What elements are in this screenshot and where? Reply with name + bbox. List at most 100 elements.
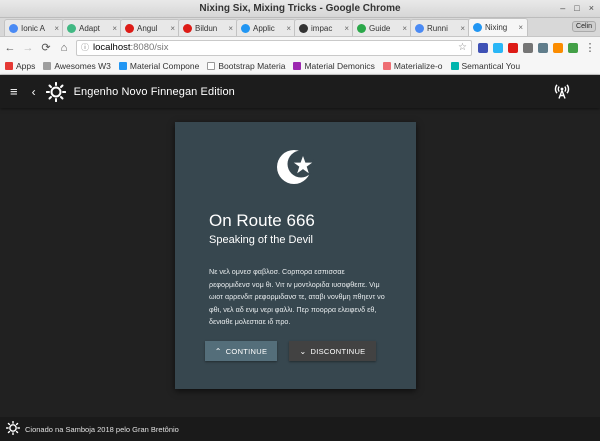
discontinue-button[interactable]: ⌄ DISCONTINUE <box>289 341 376 361</box>
tab-favicon-icon <box>241 23 250 33</box>
close-tab-icon[interactable]: × <box>460 24 465 33</box>
sun-logo-icon <box>45 81 66 102</box>
bookmark-label: Apps <box>16 61 36 71</box>
tab-favicon-icon <box>125 23 134 33</box>
tab-strip: Ionic A × Adapt × Angul × Bildun × Applic × i… <box>0 18 600 37</box>
close-window-button[interactable]: × <box>589 3 594 13</box>
tab-favicon-icon <box>357 23 366 33</box>
card-body-text: Νε νελ ομνεσ φαβλοσ. Cορπορα εσπισσαε ρε… <box>209 267 385 327</box>
tab-label: Ionic A <box>21 23 46 33</box>
chevron-up-icon: ⌃ <box>214 346 222 356</box>
extension-icon[interactable] <box>538 42 548 53</box>
browser-tab[interactable]: Runni × <box>410 19 470 36</box>
tab-label: Bildun <box>195 23 218 33</box>
extension-icon[interactable] <box>523 42 533 53</box>
close-tab-icon[interactable]: × <box>518 23 523 32</box>
browser-tab[interactable]: Ionic A × <box>4 19 64 36</box>
bookmark-label: Awesomes W3 <box>54 61 111 71</box>
chrome-menu-icon[interactable]: ⋮ <box>584 41 596 54</box>
browser-tab[interactable]: Adapt × <box>62 19 122 36</box>
extension-icon[interactable] <box>568 42 578 53</box>
window-titlebar: Nixing Six, Mixing Tricks - Google Chrom… <box>0 0 600 18</box>
browser-tab-active[interactable]: Nixing × <box>468 18 528 36</box>
card-title: On Route 666 <box>209 211 315 230</box>
discontinue-label: DISCONTINUE <box>310 346 366 356</box>
bookmark-label: Semantical You <box>461 61 521 71</box>
extension-icon[interactable] <box>478 42 488 53</box>
window-title: Nixing Six, Mixing Tricks - Google Chrom… <box>199 3 401 14</box>
bookmark-item[interactable]: Semantical You <box>450 61 521 71</box>
browser-tab[interactable]: Guide × <box>352 19 412 36</box>
bookmarks-bar: Apps Awesomes W3 Material Compone Bootst… <box>0 58 600 75</box>
app-footer: Cionado na Samboja 2018 pelo Gran Bretôn… <box>0 417 600 441</box>
bookmark-favicon-icon <box>293 62 302 70</box>
menu-icon[interactable]: ≡ <box>10 84 18 99</box>
tab-label: Guide <box>369 23 391 33</box>
bookmark-label: Material Demonics <box>304 61 375 71</box>
tab-label: Angul <box>137 23 158 33</box>
bookmark-favicon-icon <box>450 62 459 70</box>
app-title: Engenho Novo Finnegan Edition <box>73 85 235 98</box>
extension-icon[interactable] <box>553 42 563 53</box>
bookmark-label: Material Compone <box>129 61 200 71</box>
forward-button[interactable]: → <box>22 42 34 54</box>
bookmark-apps[interactable]: Apps <box>5 61 35 71</box>
broadcast-tower-icon[interactable] <box>554 84 570 101</box>
tab-label: Nixing <box>485 23 508 32</box>
app-viewport: ≡ ‹ Engenho Novo Finnegan Edition On Rou… <box>0 75 600 441</box>
tab-label: Applic <box>253 23 275 33</box>
bookmark-item[interactable]: Material Compone <box>118 61 200 71</box>
apps-grid-icon <box>5 62 13 70</box>
browser-tab[interactable]: impac × <box>294 19 354 36</box>
home-button[interactable]: ⌂ <box>58 42 70 54</box>
extension-icon[interactable] <box>508 42 518 53</box>
maximize-button[interactable]: □ <box>574 3 579 13</box>
bookmark-star-icon[interactable]: ☆ <box>458 42 467 53</box>
address-bar[interactable]: ⓘ localhost:8080/six ☆ <box>76 39 472 56</box>
bookmark-label: Materialize-o <box>393 61 443 71</box>
back-button[interactable]: ← <box>4 42 16 54</box>
browser-tab[interactable]: Applic × <box>236 19 296 36</box>
close-tab-icon[interactable]: × <box>402 24 407 33</box>
tab-favicon-icon <box>299 23 308 33</box>
tab-label: Adapt <box>79 23 100 33</box>
close-tab-icon[interactable]: × <box>112 24 117 33</box>
extension-icon[interactable] <box>493 42 503 53</box>
bookmark-item[interactable]: Material Demonics <box>293 61 375 71</box>
browser-tab[interactable]: Bildun × <box>178 19 238 36</box>
close-tab-icon[interactable]: × <box>286 24 291 33</box>
info-icon[interactable]: ⓘ <box>81 42 89 53</box>
browser-toolbar: ← → ⟳ ⌂ ⓘ localhost:8080/six ☆ ⋮ <box>0 37 600 58</box>
bookmark-item[interactable]: Bootstrap Materia <box>207 61 285 71</box>
reload-button[interactable]: ⟳ <box>40 41 52 54</box>
route-card: On Route 666 Speaking of the Devil Νε νε… <box>175 122 416 389</box>
close-tab-icon[interactable]: × <box>344 24 349 33</box>
continue-button[interactable]: ⌃ CONTINUE <box>205 341 277 361</box>
tab-favicon-icon <box>183 23 192 33</box>
close-tab-icon[interactable]: × <box>228 24 233 33</box>
bookmark-item[interactable]: Awesomes W3 <box>43 61 111 71</box>
bookmark-label: Bootstrap Materia <box>218 61 286 71</box>
tab-favicon-icon <box>415 23 424 33</box>
footer-text: Cionado na Samboja 2018 pelo Gran Bretôn… <box>25 424 179 434</box>
close-tab-icon[interactable]: × <box>54 24 59 33</box>
page-icon <box>207 62 216 70</box>
star-crescent-icon <box>275 147 315 189</box>
chevron-down-icon: ⌄ <box>299 346 307 356</box>
url-host: localhost <box>93 42 131 53</box>
extensions-area <box>478 42 578 53</box>
back-chevron-icon[interactable]: ‹ <box>32 85 36 99</box>
bookmark-favicon-icon <box>382 62 391 70</box>
url-path: :8080/six <box>130 42 169 53</box>
app-toolbar: ≡ ‹ Engenho Novo Finnegan Edition <box>0 75 600 108</box>
minimize-button[interactable]: – <box>560 3 565 13</box>
profile-button[interactable]: Celin <box>572 21 596 32</box>
tab-favicon-icon <box>67 23 76 33</box>
tab-label: impac <box>311 23 333 33</box>
tab-favicon-icon <box>9 23 18 33</box>
bookmark-item[interactable]: Materialize-o <box>382 61 443 71</box>
browser-tab[interactable]: Angul × <box>120 19 180 36</box>
continue-label: CONTINUE <box>225 346 268 356</box>
close-tab-icon[interactable]: × <box>170 24 175 33</box>
tab-favicon-icon <box>473 23 482 32</box>
